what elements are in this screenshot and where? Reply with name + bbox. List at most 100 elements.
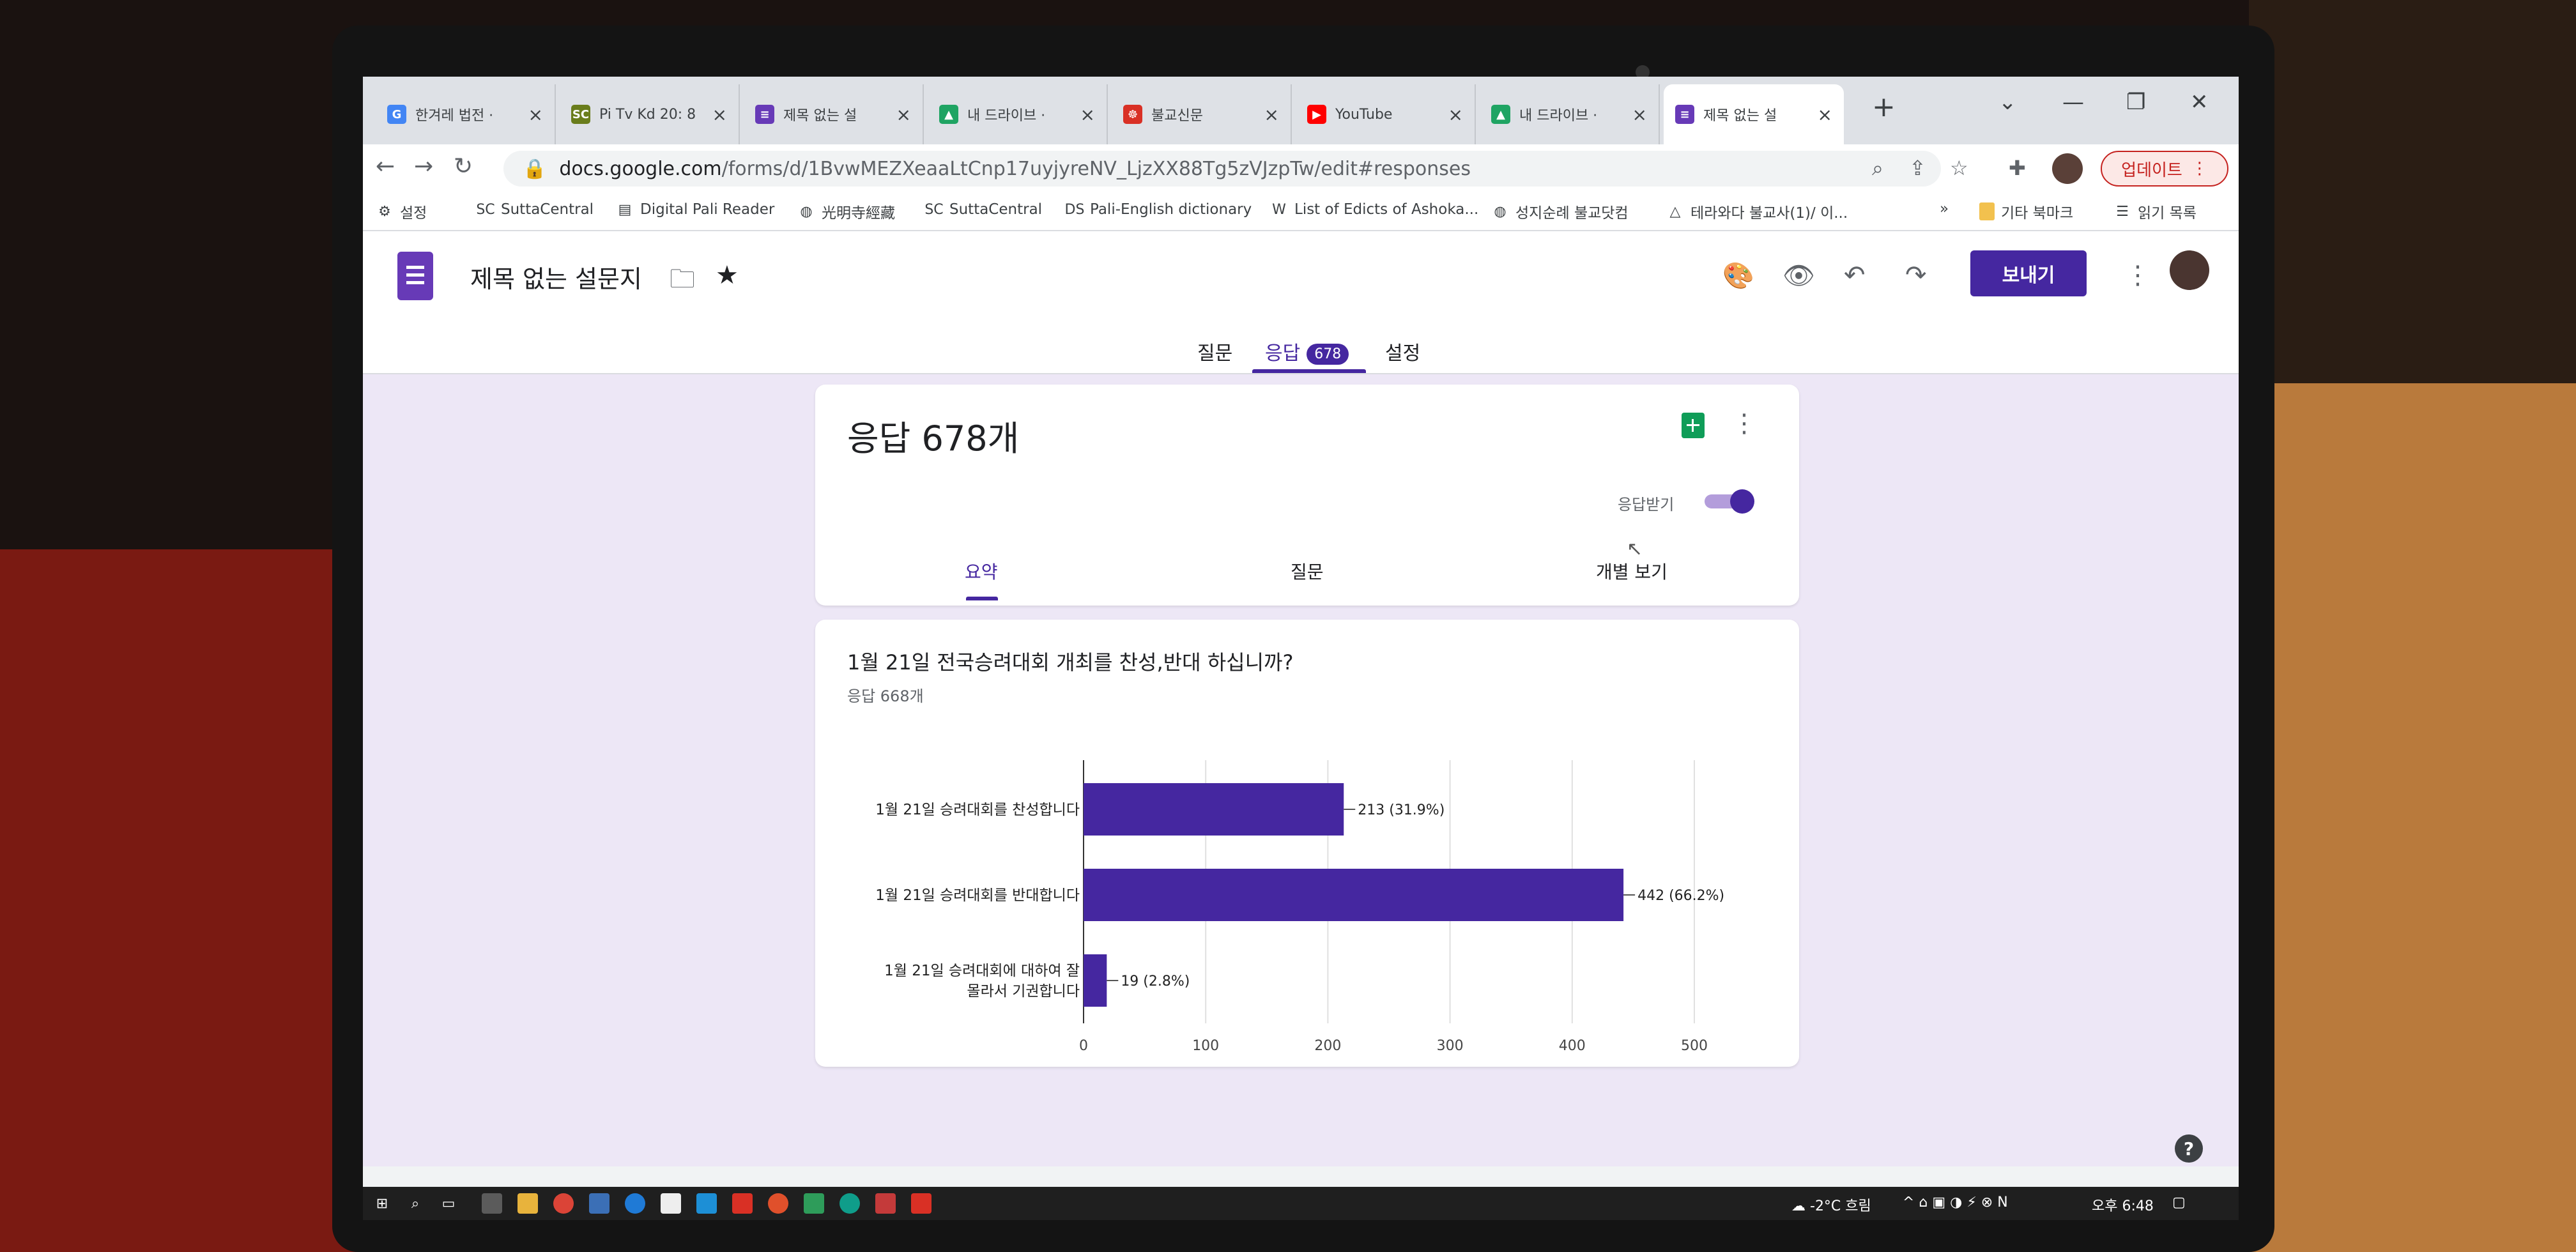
close-tab-icon[interactable]: × (1818, 104, 1832, 125)
accepting-responses-toggle[interactable] (1705, 489, 1754, 514)
weather-widget[interactable]: ☁ -2°C 흐림 (1791, 1195, 1871, 1215)
undo-icon[interactable]: ↶ (1844, 261, 1866, 290)
close-tab-icon[interactable]: × (1632, 104, 1647, 125)
close-tab-icon[interactable]: × (712, 104, 727, 125)
subtab-question[interactable]: 질문 (1291, 558, 1324, 584)
more-options-icon[interactable]: ⋮ (2125, 261, 2150, 290)
tab-responses[interactable]: 응답 678 (1265, 337, 1349, 365)
lock-icon: 🔒 (523, 157, 547, 180)
close-tab-icon[interactable]: × (896, 104, 911, 125)
subtab-summary[interactable]: 요약 (965, 558, 998, 584)
gear-icon: ⚙ (378, 203, 391, 220)
accepting-responses-label: 응답받기 (1618, 496, 1675, 514)
x-tick-label: 100 (1192, 1038, 1219, 1054)
file-explorer-icon[interactable] (518, 1193, 538, 1214)
taskbar-app-icon[interactable] (804, 1193, 824, 1214)
taskbar-app-icon[interactable] (839, 1193, 860, 1214)
data-label: 213 (31.9%) (1358, 802, 1445, 818)
forms-logo-icon[interactable] (397, 252, 433, 300)
responses-more-icon[interactable]: ⋮ (1731, 409, 1757, 438)
bookmarks-bar: » 기타 북마크 ☰ 읽기 목록 ⚙ 설정 SC SuttaCentral ▤ Digit… (363, 193, 2239, 231)
forward-icon[interactable]: → (414, 153, 433, 179)
profile-avatar[interactable] (2052, 153, 2083, 184)
user-avatar[interactable] (2170, 250, 2209, 290)
share-icon[interactable]: ⇪ (1909, 156, 1926, 180)
folder-move-icon[interactable]: 🗀 (670, 261, 695, 304)
redo-icon[interactable]: ↷ (1905, 261, 1927, 290)
other-bookmarks[interactable]: 기타 북마크 (1979, 201, 2073, 222)
x-tick-label: 300 (1437, 1038, 1464, 1054)
taskbar-app-icon[interactable] (875, 1193, 896, 1214)
reading-list[interactable]: ☰ 읽기 목록 (2113, 201, 2196, 222)
bookmark-item[interactable]: ◍ 光明寺經藏 (797, 201, 895, 222)
preview-eye-icon[interactable]: 👁 (1782, 261, 1815, 291)
bookmark-item[interactable]: W List of Edicts of Ashoka... (1270, 201, 1478, 218)
tab-questions[interactable]: 질문 (1197, 337, 1232, 365)
send-button[interactable]: 보내기 (1970, 250, 2087, 296)
bookmark-item[interactable]: ⚙ 설정 (376, 201, 427, 222)
clock[interactable]: 오후 6:48 (2092, 1195, 2154, 1215)
help-icon[interactable]: ? (2175, 1134, 2203, 1163)
new-tab-button[interactable]: + (1872, 91, 1896, 123)
tab-settings[interactable]: 설정 (1385, 337, 1420, 365)
bookmark-item[interactable]: ▤ Digital Pali Reader (616, 201, 775, 218)
bookmarks-overflow-icon[interactable]: » (1940, 201, 1949, 217)
close-tab-icon[interactable]: × (1264, 104, 1279, 125)
browser-tab[interactable]: G 한겨레 법전 · × (376, 84, 556, 144)
notification-icon[interactable]: ▢ (2172, 1195, 2186, 1210)
suttacentral-icon: SC (476, 201, 495, 218)
tab-search-icon[interactable]: ⌄ (1998, 89, 2017, 115)
address-bar[interactable]: 🔒 docs.google.com/forms/d/1BvwMEZXeaaLtC… (503, 151, 1941, 187)
firefox-icon[interactable] (768, 1193, 788, 1214)
bookmark-item[interactable]: ◍ 성지순례 불교닷컴 (1491, 201, 1628, 222)
close-tab-icon[interactable]: × (528, 104, 543, 125)
pdf-icon[interactable] (911, 1193, 931, 1214)
browser-tab[interactable]: ☸ 불교신문 × (1112, 84, 1292, 144)
bar (1084, 869, 1624, 921)
tab-title: 내 드라이브 · (967, 108, 1046, 124)
background-table-left (0, 549, 358, 1252)
notepad-icon[interactable] (661, 1193, 681, 1214)
browser-tab[interactable]: ▲ 내 드라이브 · × (1480, 84, 1660, 144)
palette-icon[interactable]: 🎨 (1722, 261, 1754, 291)
close-tab-icon[interactable]: × (1080, 104, 1095, 125)
task-view-icon[interactable]: ▭ (438, 1193, 459, 1214)
taskbar-search-icon[interactable]: ⌕ (405, 1193, 425, 1214)
browser-tab[interactable]: ≡ 제목 없는 설 × (1664, 84, 1844, 144)
extensions-icon[interactable]: ✚ (2009, 156, 2026, 180)
close-window-button[interactable]: ✕ (2190, 89, 2209, 115)
browser-toolbar: ← → ↻ 🔒 docs.google.com/forms/d/1BvwMEZX… (363, 144, 2239, 193)
minimize-button[interactable]: — (2062, 89, 2084, 115)
sheets-link-icon[interactable] (1682, 413, 1705, 438)
edge-icon[interactable] (625, 1193, 645, 1214)
browser-tab[interactable]: ≡ 제목 없는 설 × (744, 84, 924, 144)
browser-tab[interactable]: ▲ 내 드라이브 · × (928, 84, 1108, 144)
browser-tab[interactable]: ▶ YouTube × (1296, 84, 1476, 144)
reload-icon[interactable]: ↻ (454, 153, 473, 179)
bookmark-star-icon[interactable]: ☆ (1950, 156, 1968, 180)
restore-button[interactable]: ❐ (2126, 89, 2145, 115)
taskbar-app-icon[interactable] (732, 1193, 753, 1214)
bookmark-item[interactable]: SC SuttaCentral (924, 201, 1042, 218)
data-label: 19 (2.8%) (1121, 973, 1190, 989)
zoom-icon[interactable]: ⌕ (1872, 156, 1883, 181)
subtab-individual[interactable]: 개별 보기 (1596, 558, 1667, 584)
taskbar-app-icon[interactable] (589, 1193, 610, 1214)
bookmark-item[interactable]: DS Pali-English dictionary (1064, 201, 1252, 218)
form-title[interactable]: 제목 없는 설문지 (470, 259, 642, 294)
taskbar-app-icon[interactable] (696, 1193, 717, 1214)
dsal-icon: DS (1064, 201, 1085, 218)
close-tab-icon[interactable]: × (1448, 104, 1463, 125)
star-icon[interactable]: ★ (716, 261, 739, 290)
taskbar-app-icon[interactable] (482, 1193, 502, 1214)
chrome-icon[interactable] (553, 1193, 574, 1214)
browser-tab[interactable]: SC Pi Tv Kd 20: 8 × (560, 84, 740, 144)
system-tray-icons[interactable]: ^ ⌂ ▣ ◑ ⚡ ⊗ N (1903, 1195, 2008, 1210)
kebab-menu-icon: ⋮ (2191, 159, 2208, 178)
windows-start-icon[interactable]: ⊞ (372, 1193, 392, 1214)
subtab-indicator (966, 597, 998, 600)
update-button[interactable]: 업데이트 ⋮ (2101, 151, 2228, 187)
bookmark-item[interactable]: SC SuttaCentral (476, 201, 594, 218)
bookmark-item[interactable]: △ 테라와다 불교사(1)/ 이... (1666, 201, 1848, 222)
back-icon[interactable]: ← (376, 153, 395, 179)
